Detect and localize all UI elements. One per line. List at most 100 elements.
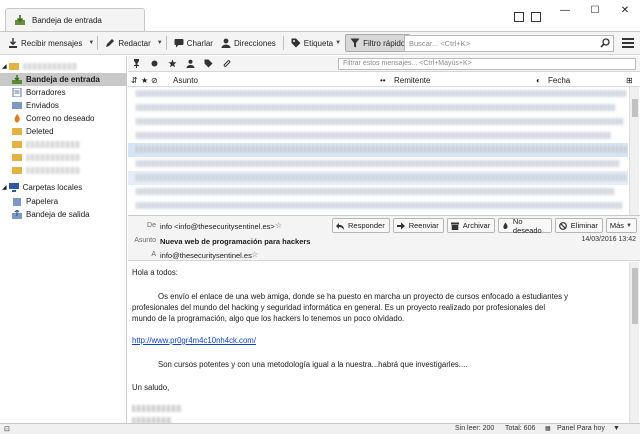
drafts-icon: [12, 88, 22, 97]
folder-drafts[interactable]: Borradores: [0, 86, 127, 99]
chat-button[interactable]: Charlar: [170, 34, 217, 52]
tag-button[interactable]: Etiqueta ▼: [287, 34, 345, 52]
spam-column-icon[interactable]: ◐: [536, 76, 541, 85]
filter-messages-input[interactable]: Filtrar estos mensajes... <Ctrl+Mayús+K>: [338, 58, 636, 70]
folder-redacted[interactable]: [0, 164, 127, 177]
pencil-icon: [106, 39, 115, 47]
folder-deleted[interactable]: Deleted: [0, 125, 127, 138]
column-picker-icon[interactable]: ⊞: [626, 76, 633, 85]
more-button[interactable]: Más ▼: [605, 218, 637, 233]
collapse-arrow-icon[interactable]: ◢: [2, 63, 7, 70]
write-dropdown-icon[interactable]: ▼: [157, 40, 163, 46]
reply-icon: [336, 222, 344, 230]
scroll-thumb[interactable]: [632, 268, 638, 324]
tasks-icon[interactable]: [531, 12, 541, 22]
message-list-header: ⇵ ★ ⊘ Asunto •• Remitente ◐ Fecha ⊞: [128, 73, 640, 87]
attachment-column-icon[interactable]: ⊘: [151, 76, 158, 85]
table-row[interactable]: [128, 143, 628, 157]
reply-button[interactable]: Responder: [332, 218, 390, 233]
contact-filter-icon[interactable]: [186, 59, 195, 68]
column-subject[interactable]: Asunto: [173, 76, 198, 85]
status-bar: ⊡ Sin leer: 200 Total: 606 ▦ Panel Para …: [0, 423, 640, 434]
tab-inbox[interactable]: Bandeja de entrada: [5, 8, 145, 31]
to-value[interactable]: info@thesecuritysentinel.es: [160, 251, 252, 260]
get-messages-button[interactable]: Recibir mensajes: [4, 34, 86, 52]
message-body: Hola a todos: Os envío el enlace de una …: [128, 262, 628, 424]
minimize-button[interactable]: —: [550, 3, 580, 17]
search-input[interactable]: Buscar... <Ctrl+K>: [404, 35, 614, 52]
get-messages-label: Recibir mensajes: [21, 38, 83, 48]
table-row[interactable]: [128, 199, 628, 213]
folder-label: Enviados: [26, 101, 59, 110]
message-body-scrollbar[interactable]: [629, 262, 639, 423]
message-list: [128, 87, 628, 215]
tag-filter-icon[interactable]: [204, 59, 213, 68]
delete-button[interactable]: Eliminar: [554, 218, 603, 233]
signature-redacted: [132, 405, 182, 412]
online-status-icon[interactable]: ⊡: [4, 425, 10, 433]
archive-button[interactable]: Archivar: [446, 218, 496, 233]
toolbar-separator: [97, 36, 99, 50]
table-row[interactable]: [128, 157, 628, 171]
read-column-icon[interactable]: ••: [380, 76, 386, 85]
star-column-icon[interactable]: ★: [141, 76, 148, 85]
account-row[interactable]: ◢: [0, 60, 127, 73]
scroll-thumb[interactable]: [632, 99, 638, 117]
get-messages-dropdown-icon[interactable]: ▼: [88, 40, 94, 46]
star-icon[interactable]: ☆: [251, 250, 258, 259]
downloads-icon[interactable]: [514, 12, 524, 22]
forward-button[interactable]: Reenviar: [392, 218, 444, 233]
table-row[interactable]: [128, 87, 628, 101]
folder-trash[interactable]: Papelera: [0, 195, 127, 208]
delete-label: Eliminar: [570, 221, 598, 230]
folder-redacted[interactable]: [0, 151, 127, 164]
search-placeholder: Buscar... <Ctrl+K>: [409, 39, 471, 48]
message-list-scrollbar[interactable]: [629, 87, 639, 215]
body-paragraph-line: mundo de la programación, algo que los h…: [132, 314, 405, 323]
from-value[interactable]: info <info@thesecuritysentinel.es>: [160, 222, 275, 231]
unread-filter-icon[interactable]: [150, 59, 159, 68]
folder-outbox[interactable]: Bandeja de salida: [0, 208, 127, 221]
body-link[interactable]: http://www.pr0gr4m4c10nh4ck.com/: [132, 336, 256, 345]
tab-title: Bandeja de entrada: [32, 15, 102, 25]
toolbar-separator: [282, 36, 284, 50]
starred-filter-icon[interactable]: [168, 59, 177, 68]
maximize-button[interactable]: ☐: [580, 3, 610, 17]
body-closing: Un saludo,: [132, 383, 170, 392]
collapse-arrow-icon[interactable]: ◢: [2, 184, 7, 191]
forward-label: Reenviar: [408, 221, 439, 230]
pin-icon[interactable]: [132, 59, 141, 68]
table-row[interactable]: [128, 185, 628, 199]
window-controls: — ☐ ✕: [550, 3, 640, 17]
sent-icon: [12, 102, 22, 109]
table-row[interactable]: [128, 129, 628, 143]
quick-filter-button[interactable]: Filtro rápido: [345, 34, 411, 52]
address-book-button[interactable]: Direcciones: [217, 34, 280, 52]
inbox-icon: [15, 15, 25, 25]
junk-button[interactable]: No deseado: [498, 217, 552, 235]
folder-sent[interactable]: Enviados: [0, 99, 127, 112]
table-row[interactable]: [128, 115, 628, 129]
today-pane-toggle[interactable]: Panel Para hoy: [557, 425, 605, 432]
computer-icon: [8, 183, 19, 192]
title-bar: Bandeja de entrada — ☐ ✕: [0, 0, 640, 31]
folder-junk[interactable]: Correo no deseado: [0, 112, 127, 125]
search-icon[interactable]: [600, 38, 610, 48]
app-menu-icon[interactable]: [622, 38, 634, 48]
folder-inbox[interactable]: Bandeja de entrada: [0, 73, 127, 86]
folder-redacted[interactable]: [0, 138, 127, 151]
column-sender[interactable]: Remitente: [394, 76, 430, 85]
subject-label: Asunto: [134, 237, 156, 244]
table-row[interactable]: [128, 171, 628, 185]
today-pane-dropdown-icon[interactable]: ▼: [613, 425, 620, 432]
main-toolbar: Recibir mensajes ▼ Redactar ▼ Charlar Di…: [0, 31, 640, 55]
close-button[interactable]: ✕: [610, 3, 640, 17]
table-row[interactable]: [128, 101, 628, 115]
local-folders-row[interactable]: ◢ Carpetas locales: [0, 181, 127, 194]
star-icon[interactable]: ☆: [275, 221, 282, 230]
thread-column-icon[interactable]: ⇵: [131, 76, 138, 85]
write-button[interactable]: Redactar: [101, 34, 154, 52]
attachment-filter-icon[interactable]: [222, 59, 231, 68]
message-header: De info <info@thesecuritysentinel.es> ☆ …: [128, 215, 640, 261]
column-date[interactable]: Fecha: [548, 76, 570, 85]
